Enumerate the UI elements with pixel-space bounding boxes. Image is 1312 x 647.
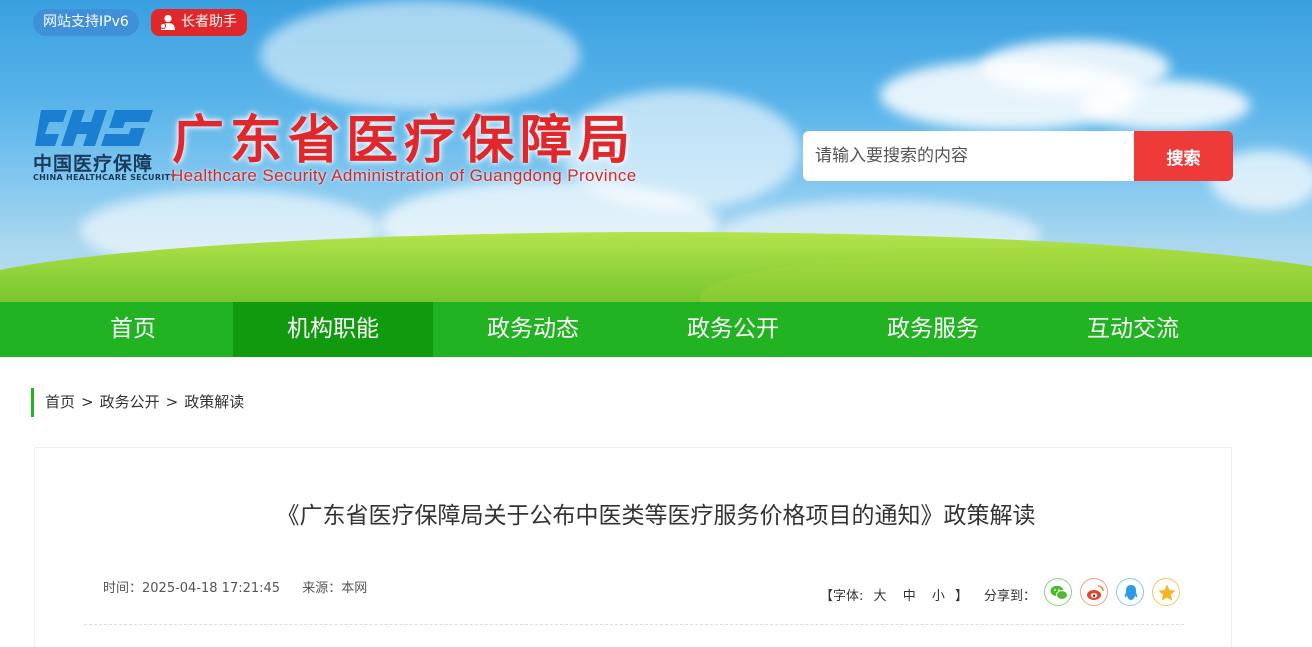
qzone-icon	[1158, 584, 1176, 601]
breadcrumb: 首页 > 政务公开 > 政策解读	[31, 388, 244, 417]
article-card	[34, 447, 1232, 647]
logo-text-en: CHINA HEALTHCARE SECURITY	[33, 173, 177, 182]
qq-icon	[1124, 585, 1138, 600]
font-size-medium[interactable]: 中	[903, 589, 916, 604]
font-size-label: 【字体:	[820, 589, 864, 604]
article-title: 《广东省医疗保障局关于公布中医类等医疗服务价格项目的通知》政策解读	[276, 503, 1036, 529]
breadcrumb-separator: >	[81, 393, 94, 411]
nav-item-disclosure[interactable]: 政务公开	[633, 302, 833, 357]
site-title-en: Healthcare Security Administration of Gu…	[171, 166, 637, 185]
cloud-decoration	[1080, 80, 1250, 130]
elder-assistant-button[interactable]: 长者助手	[151, 9, 247, 36]
breadcrumb-policy[interactable]: 政策解读	[184, 393, 244, 411]
search-button[interactable]: 搜索	[1134, 131, 1233, 181]
font-size-small[interactable]: 小	[932, 589, 945, 604]
font-size-control: 【字体: 大 中 小 】	[820, 585, 968, 604]
breadcrumb-disclosure[interactable]: 政务公开	[100, 393, 160, 411]
share-weibo-button[interactable]	[1080, 578, 1108, 606]
nav-item-services[interactable]: 政务服务	[833, 302, 1033, 357]
breadcrumb-home[interactable]: 首页	[45, 393, 75, 411]
article-meta: 时间：2025-04-18 17:21:45 来源：本网	[103, 577, 385, 596]
nav-item-news[interactable]: 政务动态	[433, 302, 633, 357]
nav-item-interaction[interactable]: 互动交流	[1033, 302, 1233, 357]
search-box: 搜索	[803, 131, 1233, 181]
share-qzone-button[interactable]	[1152, 578, 1180, 606]
search-input[interactable]	[803, 131, 1134, 181]
header-banner: 网站支持IPv6 长者助手 中国医疗保障 CHINA HEALTHCARE SE…	[0, 0, 1312, 302]
font-size-large[interactable]: 大	[874, 589, 887, 604]
cloud-decoration	[260, 0, 580, 110]
nav-item-home[interactable]: 首页	[33, 302, 233, 357]
share-label: 分享到：	[984, 589, 1037, 604]
main-nav: 首页 机构职能 政务动态 政务公开 政务服务 互动交流	[0, 302, 1312, 357]
elder-assistant-label: 长者助手	[181, 14, 237, 30]
article-source: 来源：本网	[302, 581, 368, 596]
nav-item-institution[interactable]: 机构职能	[233, 302, 433, 357]
wechat-icon	[1050, 585, 1068, 600]
article-time: 时间：2025-04-18 17:21:45	[103, 581, 281, 596]
share-wechat-button[interactable]	[1044, 578, 1072, 606]
weibo-icon	[1087, 585, 1104, 600]
font-size-label-end: 】	[955, 589, 969, 604]
site-title-cn: 广东省医疗保障局	[172, 110, 637, 171]
user-help-icon	[159, 14, 175, 30]
breadcrumb-separator: >	[165, 393, 179, 411]
share-qq-button[interactable]	[1116, 578, 1144, 606]
logo-text-cn: 中国医疗保障	[33, 153, 154, 175]
ipv6-badge[interactable]: 网站支持IPv6	[33, 9, 139, 36]
divider	[84, 624, 1184, 625]
